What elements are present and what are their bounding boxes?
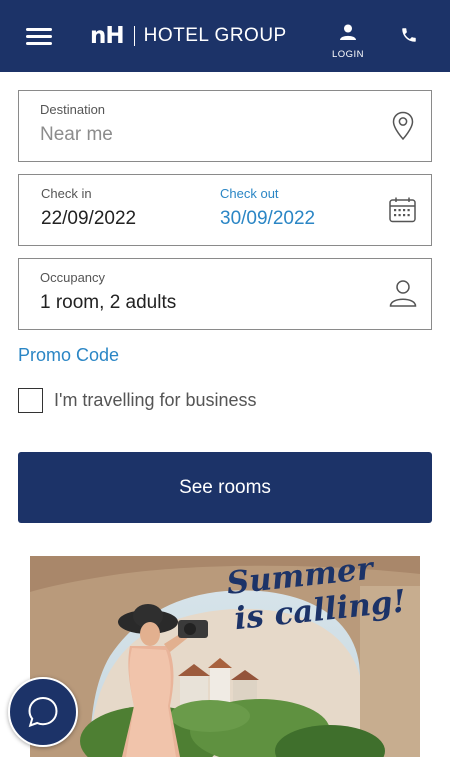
phone-icon[interactable] bbox=[400, 26, 422, 48]
promo-code-link[interactable]: Promo Code bbox=[18, 345, 119, 366]
brand-name: HOTEL GROUP bbox=[143, 25, 287, 46]
destination-field[interactable]: Destination Near me bbox=[18, 90, 432, 162]
occupancy-value[interactable]: 1 room, 2 adults bbox=[40, 292, 176, 314]
destination-input[interactable]: Near me bbox=[40, 124, 113, 146]
occupancy-label: Occupancy bbox=[40, 270, 106, 285]
brand-logo[interactable]: nH HOTEL GROUP bbox=[90, 22, 287, 50]
check-in-label: Check in bbox=[41, 186, 92, 201]
business-travel-label: I'm travelling for business bbox=[54, 390, 257, 410]
dates-field[interactable]: Check in 22/09/2022 Check out 30/09/2022 bbox=[18, 174, 432, 246]
user-icon bbox=[340, 24, 356, 40]
login-label: LOGIN bbox=[331, 49, 365, 60]
check-in-value[interactable]: 22/09/2022 bbox=[41, 208, 136, 230]
business-travel-option[interactable]: I'm travelling for business bbox=[18, 388, 257, 413]
business-travel-checkbox[interactable] bbox=[18, 388, 43, 413]
logo-divider bbox=[133, 26, 135, 46]
check-out-value[interactable]: 30/09/2022 bbox=[220, 208, 315, 230]
calendar-icon bbox=[389, 197, 416, 223]
chat-button[interactable] bbox=[8, 677, 78, 747]
occupancy-field[interactable]: Occupancy 1 room, 2 adults bbox=[18, 258, 432, 330]
hamburger-menu-icon[interactable] bbox=[26, 28, 52, 46]
chat-bubble-icon bbox=[28, 696, 58, 728]
login-button[interactable]: LOGIN bbox=[325, 24, 371, 68]
see-rooms-button[interactable]: See rooms bbox=[18, 452, 432, 523]
brand-mark: nH bbox=[90, 23, 125, 49]
destination-label: Destination bbox=[40, 102, 106, 117]
check-out-label: Check out bbox=[220, 186, 279, 201]
person-icon bbox=[389, 280, 417, 307]
location-pin-icon bbox=[392, 111, 414, 141]
promo-banner[interactable]: Summer is calling! bbox=[30, 556, 420, 757]
app-header: nH HOTEL GROUP LOGIN bbox=[0, 0, 450, 72]
